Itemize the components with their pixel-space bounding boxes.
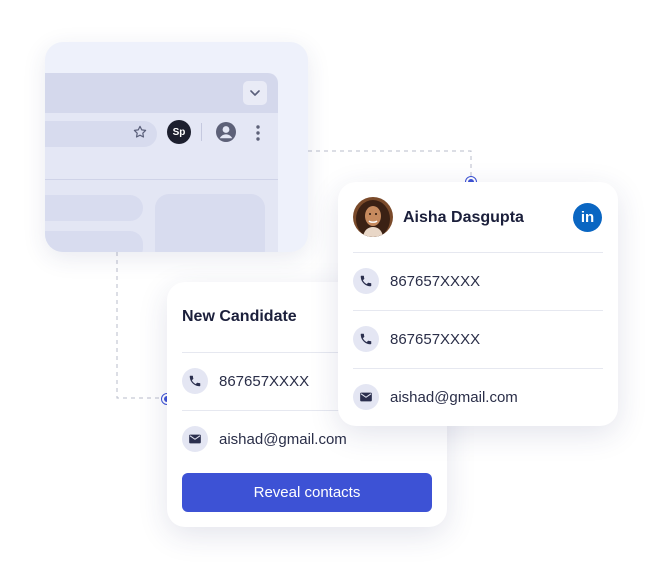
profile-icon[interactable] xyxy=(214,120,238,144)
phone-icon xyxy=(182,368,208,394)
content-placeholder xyxy=(155,194,265,252)
browser-window: Sp xyxy=(45,42,308,252)
browser-toolbar: Sp xyxy=(45,113,278,181)
email-row: aishad@gmail.com xyxy=(353,384,518,410)
reveal-contacts-button[interactable]: Reveal contacts xyxy=(182,473,432,512)
divider xyxy=(353,368,603,369)
mail-icon xyxy=(353,384,379,410)
bookmark-star-icon[interactable] xyxy=(130,122,150,142)
email-row: aishad@gmail.com xyxy=(182,426,347,452)
phone-number: 867657XXXX xyxy=(390,330,481,348)
profile-card: Aisha Dasgupta in 867657XXXX 867657XXXX … xyxy=(338,182,618,426)
phone-number: 867657XXXX xyxy=(390,272,481,290)
content-placeholder xyxy=(45,231,143,252)
extension-logo-icon[interactable]: Sp xyxy=(167,120,191,144)
phone-icon xyxy=(353,268,379,294)
email-address: aishad@gmail.com xyxy=(219,430,347,448)
avatar xyxy=(353,197,393,237)
linkedin-icon[interactable]: in xyxy=(573,203,602,232)
tab-dropdown-button[interactable] xyxy=(243,81,267,105)
phone-row: 867657XXXX xyxy=(353,268,480,294)
card-title: New Candidate xyxy=(182,308,297,325)
email-address: aishad@gmail.com xyxy=(390,388,518,406)
toolbar-divider xyxy=(201,123,202,141)
chevron-down-icon xyxy=(250,90,260,96)
divider xyxy=(353,310,603,311)
mail-icon xyxy=(182,426,208,452)
content-placeholder xyxy=(45,195,143,221)
phone-number: 867657XXXX xyxy=(219,372,310,390)
phone-row: 867657XXXX xyxy=(182,368,309,394)
menu-kebab-icon[interactable] xyxy=(248,122,268,144)
divider xyxy=(353,252,603,253)
phone-icon xyxy=(353,326,379,352)
phone-row: 867657XXXX xyxy=(353,326,480,352)
profile-name: Aisha Dasgupta xyxy=(403,209,524,226)
